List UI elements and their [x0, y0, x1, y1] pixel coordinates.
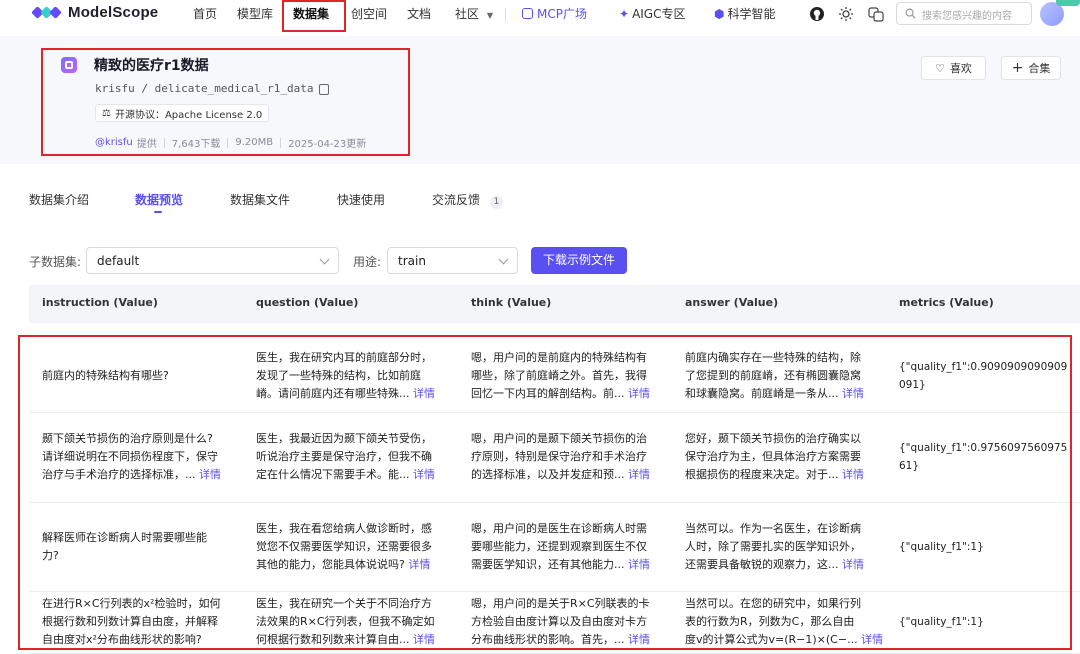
nav-docs[interactable]: 文档 [407, 0, 431, 30]
sun-icon[interactable] [838, 6, 854, 22]
plus-icon: + [1011, 60, 1024, 76]
column-header-metrics: metrics (Value) [899, 296, 994, 309]
split-select[interactable]: train [387, 247, 518, 274]
column-header-question: question (Value) [256, 296, 359, 309]
chevron-down-icon [498, 254, 509, 265]
like-button[interactable]: ♡ 喜欢 [921, 56, 986, 80]
like-label: 喜欢 [949, 62, 972, 75]
tab-active-indicator [154, 211, 162, 213]
science-icon: ⬢ [714, 7, 725, 21]
collect-label: 合集 [1028, 62, 1051, 75]
feedback-count-badge: 1 [489, 196, 503, 209]
column-header-think: think (Value) [471, 296, 552, 309]
nav-home[interactable]: 首页 [193, 0, 217, 30]
download-sample-button[interactable]: 下载示例文件 [531, 247, 627, 274]
subset-select[interactable]: default [86, 247, 339, 274]
search-placeholder: 搜索您感兴趣的内容 [922, 11, 1012, 22]
logo-text: ModelScope [68, 4, 159, 21]
logo-icon [31, 5, 63, 21]
top-nav: ModelScope 首页 模型库 数据集 创空间 文档 社区 ▼ MCP广场 … [0, 0, 1080, 32]
heart-icon: ♡ [935, 61, 945, 75]
split-value: train [398, 254, 426, 268]
avatar-badge [1056, 0, 1080, 6]
tab-feedback[interactable]: 交流反馈 1 [432, 191, 503, 209]
nav-community[interactable]: 社区 ▼ [455, 0, 493, 30]
nav-science[interactable]: ⬢ 科学智能 [714, 0, 776, 30]
nav-community-label: 社区 [455, 7, 480, 21]
column-header-instruction: instruction (Value) [42, 296, 158, 309]
column-header-answer: answer (Value) [685, 296, 779, 309]
nav-divider [505, 8, 506, 22]
nav-studios[interactable]: 创空间 [351, 0, 387, 30]
search-box[interactable]: 搜索您感兴趣的内容 [896, 2, 1032, 25]
nav-aigc[interactable]: ✦ AIGC专区 [619, 0, 686, 30]
chevron-down-icon: ▼ [486, 11, 493, 20]
subset-value: default [97, 254, 140, 268]
nav-models[interactable]: 模型库 [237, 0, 273, 30]
highlight-box-header [41, 48, 410, 156]
tab-preview[interactable]: 数据预览 [135, 191, 183, 208]
highlight-box-nav-datasets [282, 0, 346, 32]
split-label: 用途: [353, 255, 382, 269]
collect-button[interactable]: + 合集 [1001, 56, 1061, 80]
tab-files[interactable]: 数据集文件 [230, 191, 290, 208]
highlight-box-table [18, 335, 1072, 650]
chevron-down-icon [319, 254, 330, 265]
modelscope-logo[interactable]: ModelScope [31, 4, 158, 21]
nav-mcp-label: MCP广场 [537, 7, 587, 21]
sparkle-icon: ✦ [619, 7, 630, 21]
github-icon[interactable] [809, 6, 825, 22]
mcp-icon [522, 8, 533, 19]
nav-mcp[interactable]: MCP广场 [522, 0, 587, 30]
nav-science-label: 科学智能 [727, 7, 776, 21]
tab-intro[interactable]: 数据集介绍 [29, 191, 89, 208]
tab-quickstart[interactable]: 快速使用 [337, 191, 385, 208]
subset-label: 子数据集: [29, 255, 82, 269]
tab-feedback-label: 交流反馈 [432, 193, 481, 207]
search-icon [905, 8, 916, 19]
nav-aigc-label: AIGC专区 [632, 7, 686, 21]
language-icon[interactable] [868, 6, 884, 22]
